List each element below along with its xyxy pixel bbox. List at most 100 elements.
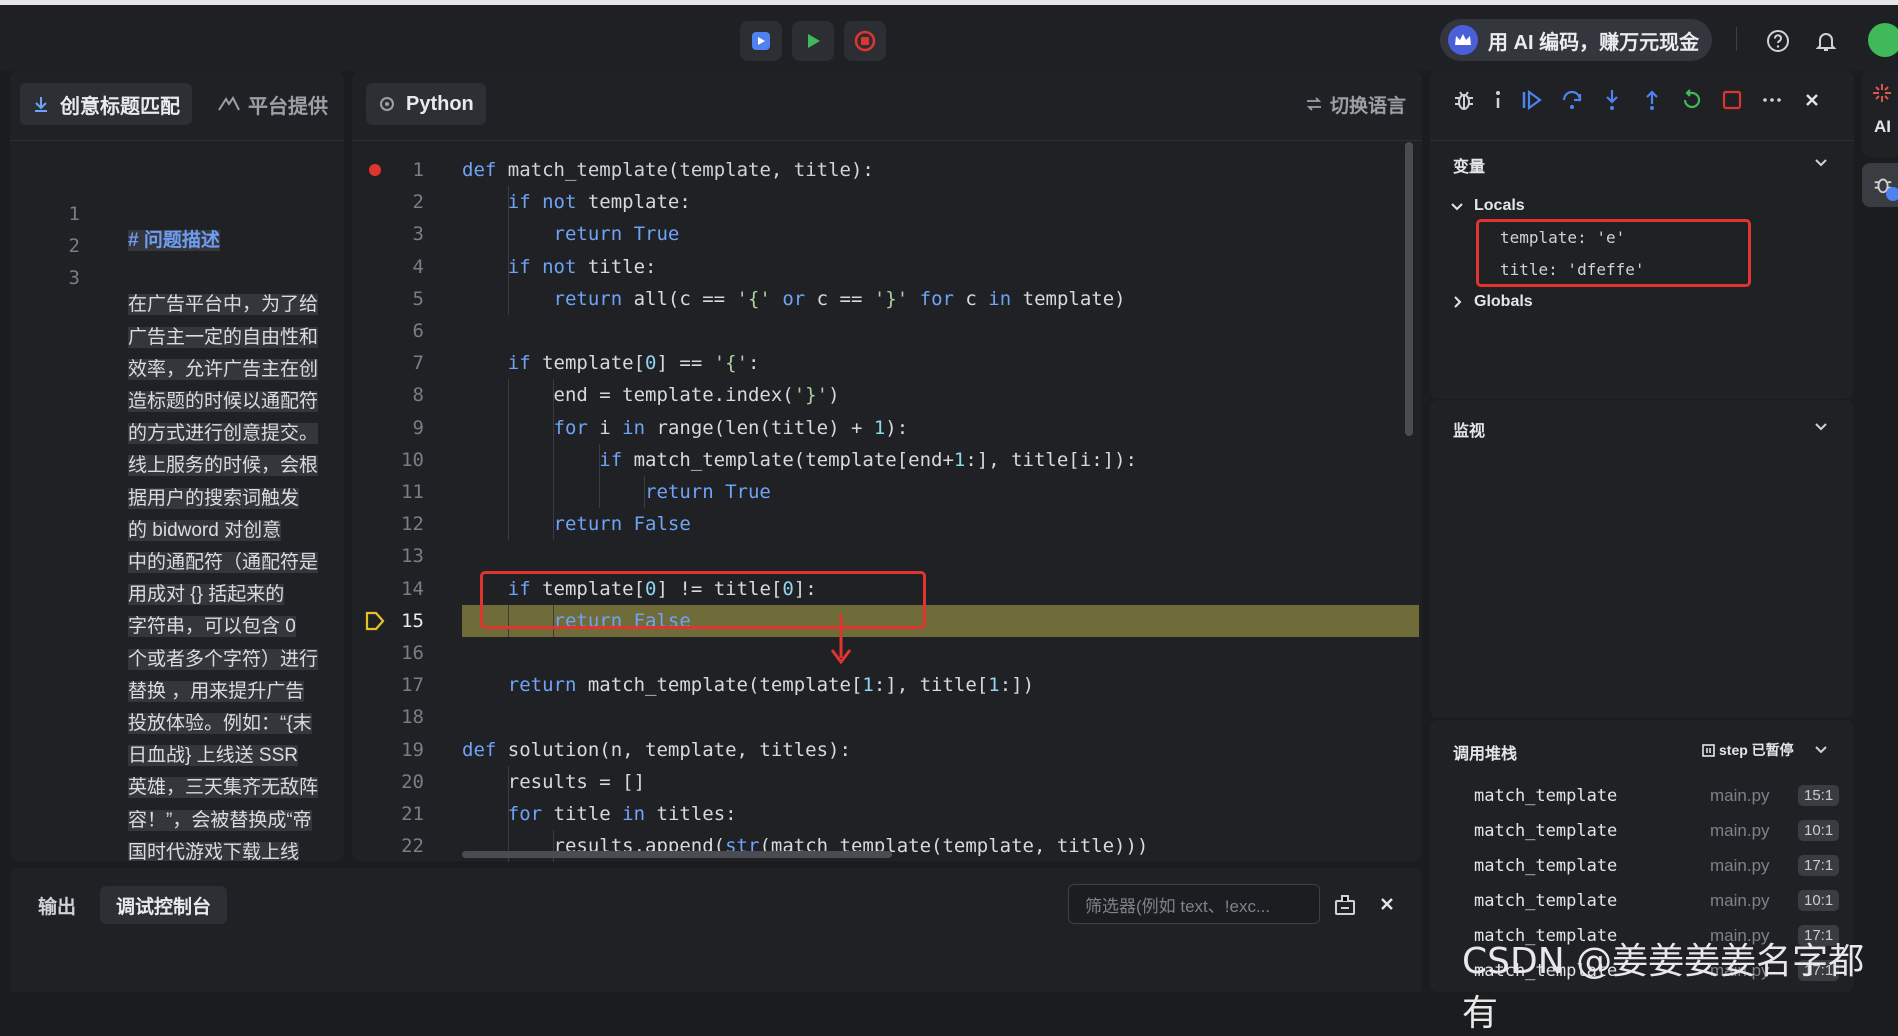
line-number[interactable]: 3 [384,223,424,245]
breakpoint-icon[interactable] [369,164,381,176]
switch-language-button[interactable]: 切换语言 [1306,83,1406,125]
line-number[interactable]: 7 [384,352,424,374]
chevron-down-icon[interactable] [1812,153,1830,171]
toolbar-divider [1736,27,1737,51]
clear-console-icon[interactable] [1333,893,1357,917]
info-icon[interactable] [1492,88,1504,112]
tab-platform[interactable]: 平台提供 [218,83,328,125]
callstack-row[interactable]: match_template main.py 15:1 [1474,778,1844,813]
stop-debug-icon[interactable] [1720,88,1744,112]
line-number[interactable]: 20 [384,771,424,793]
debug-side-tab[interactable] [1862,163,1898,207]
description-line: 国时代游戏下载上线 [128,841,300,861]
code-line[interactable]: return True [462,218,680,250]
close-icon[interactable] [1800,88,1824,112]
line-number[interactable]: 9 [384,417,424,439]
line-number[interactable]: 18 [384,706,424,728]
line-number[interactable]: 5 [384,288,424,310]
play-icon [808,34,820,48]
run-button[interactable] [792,21,834,61]
line-number[interactable]: 14 [384,578,424,600]
line-number[interactable]: 4 [384,256,424,278]
line-number[interactable]: 6 [384,320,424,342]
code-line[interactable]: if template[0] == '{': [462,347,760,379]
callstack-row[interactable]: match_template main.py 10:1 [1474,883,1844,918]
step-into-icon[interactable] [1600,88,1624,112]
code-line[interactable]: for title in titles: [462,798,737,830]
line-number[interactable]: 12 [384,513,424,535]
chevron-down-icon[interactable] [1812,417,1830,435]
chevron-right-icon[interactable] [1448,293,1466,311]
code-line[interactable]: def solution(n, template, titles): [462,734,851,766]
help-button[interactable] [1764,27,1792,55]
code-token: def [462,159,508,181]
tab-debug-console[interactable]: 调试控制台 [100,886,228,924]
line-number[interactable]: 15 [384,610,424,632]
code-token: 1 [873,416,886,439]
editor-horizontal-scrollbar[interactable] [462,851,892,858]
line-number[interactable]: 11 [384,481,424,503]
chevron-down-icon[interactable] [1812,740,1830,758]
line-number[interactable]: 19 [384,739,424,761]
console-filter-input[interactable]: 筛选器(例如 text、!exc... [1068,884,1320,924]
code-line[interactable]: return match_template(template[1:], titl… [462,669,1034,701]
globals-label[interactable]: Globals [1474,293,1533,311]
callstack-row[interactable]: match_template main.py 10:1 [1474,813,1844,848]
line-number[interactable]: 21 [384,803,424,825]
line-number[interactable]: 16 [384,642,424,664]
ai-side-tab[interactable]: AI [1862,71,1898,157]
locals-label[interactable]: Locals [1474,197,1525,215]
line-number[interactable]: 13 [384,545,424,567]
description-line: 广告主一定的自由性和 [128,326,319,348]
line-number[interactable]: 17 [384,674,424,696]
stack-file: main.py [1710,785,1770,805]
bug-icon[interactable] [1452,88,1476,112]
line-number[interactable]: 22 [384,835,424,857]
code-token: in [622,803,646,825]
line-number: 2 [68,235,80,258]
step-over-icon[interactable] [1560,88,1584,112]
code-line[interactable]: return all(c == '{' or c == '}' for c in… [462,283,1126,315]
continue-icon[interactable] [1520,88,1544,112]
pause-icon [1702,743,1715,757]
code-token: :], title[ [873,674,989,697]
code-line[interactable]: return True [462,476,771,508]
editor-vertical-scrollbar[interactable] [1405,142,1413,436]
line-number[interactable]: 2 [384,191,424,213]
code-line[interactable]: if not title: [462,251,657,283]
stop-button[interactable] [844,21,886,61]
line-number[interactable]: 8 [384,384,424,406]
code-token: for [553,416,588,439]
code-token: if [507,352,543,375]
code-line[interactable]: results = [] [462,766,645,798]
tab-problem[interactable]: 创意标题匹配 [20,83,192,125]
tab-python[interactable]: Python [366,83,486,125]
code-line[interactable]: return False [462,508,691,540]
code-line[interactable]: for i in range(len(title) + 1): [462,412,909,444]
code-token: c [953,287,989,310]
description-line: 的方式进行创意提交。 [128,423,319,445]
step-out-icon[interactable] [1640,88,1664,112]
code-line[interactable]: if not template: [462,186,691,218]
close-console-icon[interactable] [1376,893,1398,915]
debug-run-icon [752,32,770,50]
code-line[interactable]: if match_template(template[end+1:], titl… [462,444,1137,476]
more-icon[interactable] [1760,88,1784,112]
description-line: 据用户的搜索词触发 [128,487,300,509]
debug-toolbar [1452,88,1824,112]
line-number[interactable]: 10 [384,449,424,471]
debug-button[interactable] [740,21,782,61]
ai-promo-button[interactable]: 用 AI 编码，赚万元现金 [1440,19,1712,61]
avatar[interactable] [1868,23,1898,57]
code-line[interactable]: def match_template(template, title): [462,154,874,186]
code-line[interactable]: end = template.index('}') [462,379,840,411]
ai-promo-label: 用 AI 编码，赚万元现金 [1488,31,1700,54]
tab-output[interactable]: 输出 [22,886,92,924]
restart-icon[interactable] [1680,88,1704,112]
chevron-down-icon[interactable] [1448,197,1466,215]
description-line: 在广告平台中，为了给 [128,294,319,316]
callstack-row[interactable]: match_template main.py 17:1 [1474,848,1844,883]
notifications-button[interactable] [1812,27,1840,55]
line-number[interactable]: 1 [384,159,424,181]
